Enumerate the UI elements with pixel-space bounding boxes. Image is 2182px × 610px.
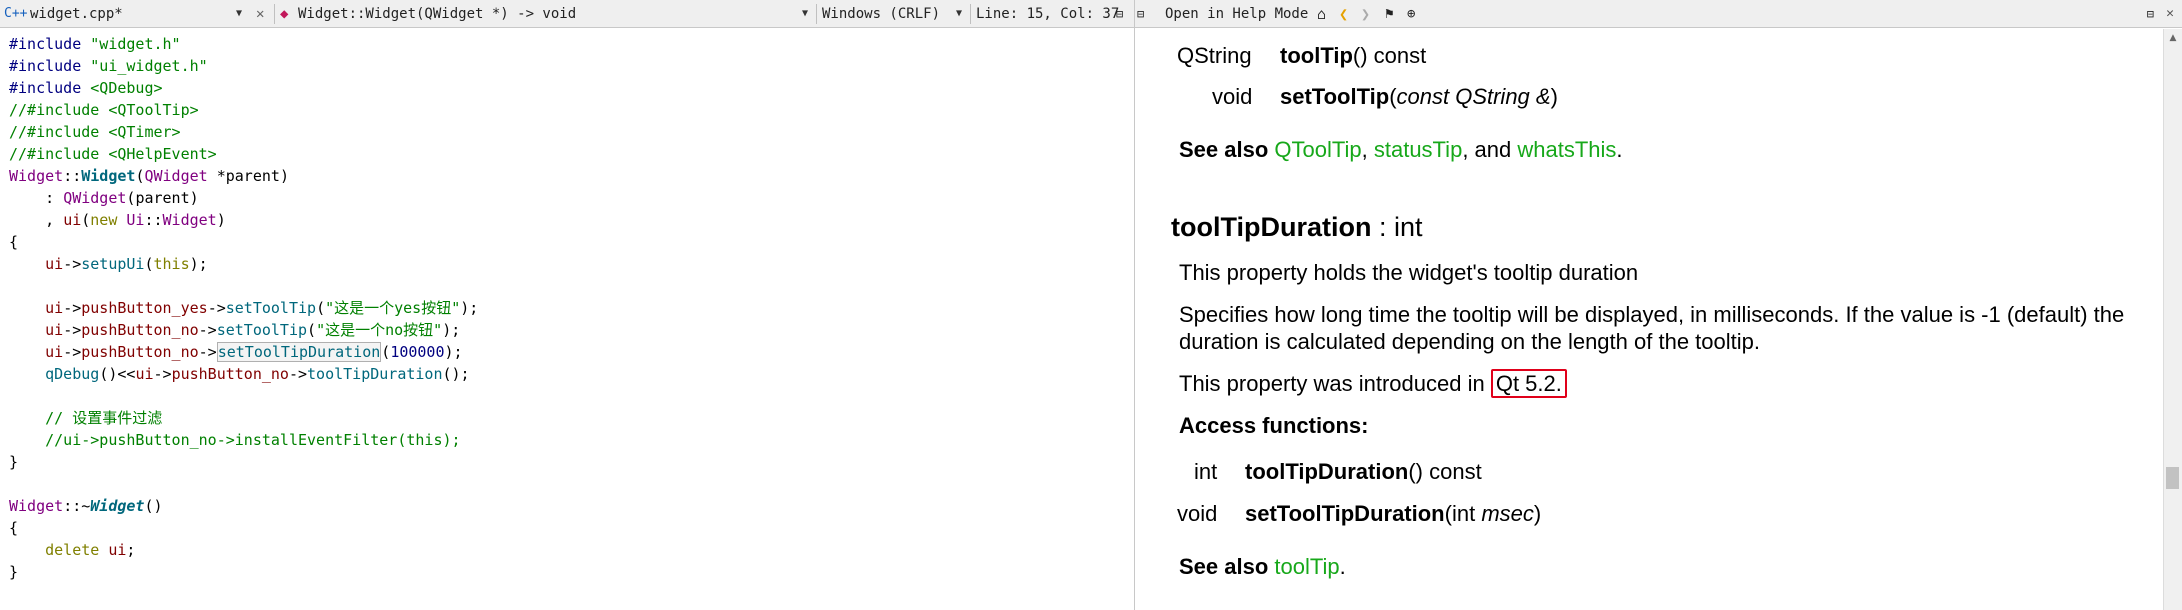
file-combo-arrow-icon[interactable]: ▼ bbox=[236, 0, 242, 28]
signature-settooltip-type: void bbox=[1212, 84, 1253, 109]
help-toolbar: ⊟ Open in Help Mode ⌂ ❮ ❯ ⚑ ⊕ ⊟ ✕ bbox=[1135, 0, 2182, 28]
scroll-thumb[interactable] bbox=[2166, 467, 2179, 489]
help-scrollbar[interactable]: ▲ bbox=[2163, 29, 2182, 610]
signature-settooltip: setToolTip(const QString &) bbox=[1280, 84, 1558, 109]
code-line: //ui->pushButton_no->installEventFilter(… bbox=[9, 431, 461, 449]
code-line: //#include <QTimer> bbox=[9, 123, 181, 141]
line-ending-arrow-icon[interactable]: ▼ bbox=[956, 0, 962, 28]
link-statustip[interactable]: statusTip bbox=[1374, 137, 1462, 162]
code-line: #include <QDebug> bbox=[9, 79, 163, 97]
code-line: , ui(new Ui::Widget) bbox=[9, 211, 226, 229]
access-fn-getter-type: int bbox=[1194, 459, 1218, 484]
globe-icon[interactable]: ⊕ bbox=[1407, 0, 1415, 28]
toolbar-divider bbox=[970, 4, 971, 24]
code-line: Widget::Widget(QWidget *parent) bbox=[9, 167, 289, 185]
signature-tooltip-name: toolTip() const bbox=[1280, 43, 1427, 68]
link-tooltip[interactable]: toolTip bbox=[1274, 554, 1339, 579]
access-functions-heading: Access functions: bbox=[1179, 413, 1369, 438]
toolbar-divider bbox=[274, 4, 275, 24]
function-icon: ◆ bbox=[280, 6, 289, 22]
back-icon[interactable]: ❮ bbox=[1339, 0, 1348, 28]
code-line: ui->pushButton_yes->setToolTip("这是一个yes按… bbox=[9, 299, 479, 317]
code-line: : QWidget(parent) bbox=[9, 189, 199, 207]
split-icon[interactable]: ⊟ bbox=[1116, 0, 1123, 28]
forward-icon[interactable]: ❯ bbox=[1361, 0, 1370, 28]
see-also: See also QToolTip, statusTip, and whatsT… bbox=[1179, 137, 1623, 162]
qt-version-highlight: Qt 5.2. bbox=[1490, 369, 1567, 398]
cursor-position[interactable]: Line: 15, Col: 37 bbox=[976, 0, 1119, 28]
function-combo-arrow-icon[interactable]: ▼ bbox=[802, 0, 808, 28]
scroll-up-icon[interactable]: ▲ bbox=[2164, 31, 2182, 45]
property-heading: toolTipDuration : int bbox=[1171, 212, 1423, 242]
code-line: { bbox=[9, 519, 19, 537]
property-description: This property holds the widget's tooltip… bbox=[1179, 260, 1639, 285]
home-icon[interactable]: ⌂ bbox=[1317, 0, 1326, 28]
function-combo[interactable]: Widget::Widget(QWidget *) -> void bbox=[298, 0, 576, 28]
editor-pane: C++ widget.cpp* ▼ ✕ ◆ Widget::Widget(QWi… bbox=[0, 0, 1134, 610]
toolbar-divider bbox=[816, 4, 817, 24]
code-line: #include "ui_widget.h" bbox=[9, 57, 208, 75]
help-pane: ⊟ Open in Help Mode ⌂ ❮ ❯ ⚑ ⊕ ⊟ ✕ QStrin… bbox=[1134, 0, 2182, 610]
property-details: Specifies how long time the tooltip will… bbox=[1179, 302, 2125, 327]
close-document-icon[interactable]: ✕ bbox=[256, 0, 264, 28]
code-line: //#include <QHelpEvent> bbox=[9, 145, 217, 163]
code-line: qDebug()<<ui->pushButton_no->toolTipDura… bbox=[9, 365, 470, 383]
introduced-in: This property was introduced in Qt 5.2. bbox=[1179, 369, 1567, 398]
property-details: duration is calculated depending on the … bbox=[1179, 329, 1760, 354]
access-fn-getter: toolTipDuration() const bbox=[1245, 459, 1482, 484]
code-line: ui->pushButton_no->setToolTip("这是一个no按钮"… bbox=[9, 321, 461, 339]
split-icon[interactable]: ⊟ bbox=[2147, 0, 2154, 28]
file-combo[interactable]: widget.cpp* bbox=[30, 0, 123, 28]
signature-tooltip: QString bbox=[1177, 43, 1252, 68]
code-line: //#include <QToolTip> bbox=[9, 101, 199, 119]
see-also-2: See also toolTip. bbox=[1179, 554, 1346, 579]
code-line: { bbox=[9, 233, 19, 251]
close-pane-icon[interactable]: ✕ bbox=[2166, 0, 2174, 28]
code-line: ui->setupUi(this); bbox=[9, 255, 208, 273]
editor-toolbar: C++ widget.cpp* ▼ ✕ ◆ Widget::Widget(QWi… bbox=[0, 0, 1134, 28]
code-line: ui->pushButton_no->setToolTipDuration(10… bbox=[9, 342, 463, 362]
code-line: delete ui; bbox=[9, 541, 136, 559]
cpp-file-icon: C++ bbox=[4, 6, 28, 21]
access-fn-setter-type: void bbox=[1177, 501, 1218, 526]
link-whatsthis[interactable]: whatsThis bbox=[1517, 137, 1616, 162]
line-ending-combo[interactable]: Windows (CRLF) bbox=[822, 0, 940, 28]
access-fn-setter: setToolTipDuration(int msec) bbox=[1245, 501, 1542, 526]
link-qtooltip[interactable]: QToolTip bbox=[1274, 137, 1361, 162]
open-in-help-mode-button[interactable]: Open in Help Mode bbox=[1165, 0, 1308, 28]
highlighted-symbol[interactable]: setToolTipDuration bbox=[216, 342, 382, 362]
bookmark-icon[interactable]: ⚑ bbox=[1385, 0, 1393, 28]
code-line: Widget::~Widget() bbox=[9, 497, 163, 515]
help-content: QString toolTip() const void setToolTip(… bbox=[1135, 29, 2164, 610]
split-icon[interactable]: ⊟ bbox=[1137, 0, 1144, 28]
code-line: // 设置事件过滤 bbox=[9, 409, 163, 427]
code-line: } bbox=[9, 453, 19, 471]
code-line: } bbox=[9, 563, 19, 581]
code-line: #include "widget.h" bbox=[9, 35, 181, 53]
code-editor[interactable]: #include "widget.h" #include "ui_widget.… bbox=[0, 29, 1134, 610]
